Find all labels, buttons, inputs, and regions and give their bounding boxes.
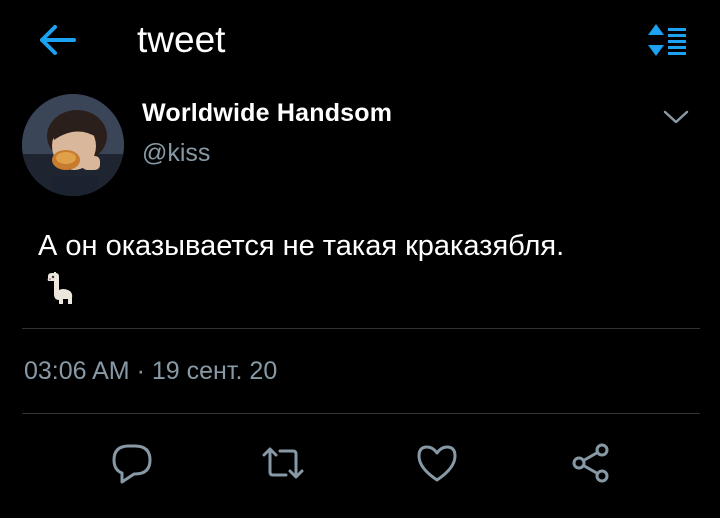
author-handle[interactable]: @kiss — [142, 139, 210, 168]
tweet-options-button[interactable] — [660, 104, 692, 130]
top-app-bar: tweet — [0, 0, 720, 84]
author-name[interactable]: Worldwide Handsom — [142, 99, 392, 128]
page-title: tweet — [137, 19, 226, 60]
back-button[interactable] — [36, 20, 78, 60]
reply-icon — [112, 444, 152, 484]
like-button[interactable] — [412, 440, 462, 486]
llama-emoji — [40, 270, 76, 306]
tweet-date: 19 сент. 20 — [151, 357, 278, 385]
tweet-timestamp: 03:06 AM · 19 сент. 20 — [24, 357, 277, 386]
reply-button[interactable] — [107, 440, 157, 486]
divider — [22, 328, 700, 329]
like-icon — [417, 445, 457, 482]
sort-order-icon — [648, 24, 686, 56]
tweet-time: 03:06 AM — [24, 357, 130, 385]
sort-button[interactable] — [646, 22, 690, 58]
share-icon — [572, 443, 609, 483]
separator-dot: · — [136, 357, 145, 385]
retweet-button[interactable] — [258, 440, 308, 486]
share-button[interactable] — [566, 440, 616, 486]
avatar-photo — [22, 94, 124, 196]
tweet-text: А он оказывается не такая краказябля. — [38, 230, 565, 262]
avatar[interactable] — [22, 94, 124, 196]
arrow-left-icon — [40, 25, 76, 55]
retweet-icon — [262, 447, 304, 479]
chevron-down-icon — [663, 110, 689, 124]
divider — [22, 413, 700, 414]
